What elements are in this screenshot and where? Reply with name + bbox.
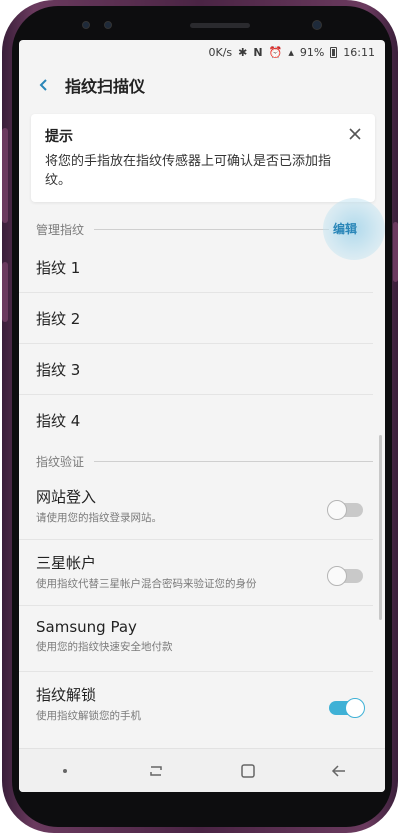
setting-title: 指纹解锁 bbox=[36, 686, 97, 704]
app-bar: 指纹扫描仪 bbox=[19, 64, 385, 106]
back-arrow-icon bbox=[332, 764, 346, 777]
verify-header-label: 指纹验证 bbox=[36, 454, 85, 469]
sensor-dot bbox=[104, 21, 112, 29]
divider bbox=[94, 228, 329, 230]
dot-icon bbox=[62, 768, 67, 773]
setting-title: Samsung Pay bbox=[36, 618, 137, 636]
home-button[interactable] bbox=[228, 756, 268, 786]
clock: 16:11 bbox=[343, 45, 375, 59]
toggle-knob bbox=[327, 500, 347, 520]
bixby-button bbox=[2, 262, 8, 322]
net-speed: 0K/s bbox=[208, 45, 233, 59]
recent-apps-button[interactable] bbox=[136, 756, 176, 786]
setting-subtitle: 使用您的指纹快速安全地付款 bbox=[36, 641, 173, 653]
setting-subtitle: 使用指纹解锁您的手机 bbox=[36, 710, 141, 722]
chevron-left-icon bbox=[39, 79, 47, 91]
recent-apps-icon bbox=[150, 765, 162, 776]
fingerprint-item[interactable]: 指纹 4 bbox=[19, 395, 373, 446]
volume-button bbox=[2, 128, 8, 223]
setting-fingerprint-unlock[interactable]: 指纹解锁 使用指纹解锁您的手机 bbox=[19, 672, 373, 738]
toggle-knob bbox=[327, 566, 347, 586]
nav-dot-button[interactable] bbox=[45, 756, 85, 786]
status-bar: 0K/s ✱ N ⏰ ▴ 91% 16:11 bbox=[19, 40, 385, 64]
setting-samsung-account[interactable]: 三星帐户 使用指纹代替三星帐户混合密码来验证您的身份 bbox=[19, 540, 373, 606]
fingerprint-item[interactable]: 指纹 3 bbox=[19, 344, 373, 395]
edit-button-area: 编辑 bbox=[323, 198, 385, 260]
website-login-toggle[interactable] bbox=[327, 500, 363, 520]
toggle-knob bbox=[345, 698, 365, 718]
nfc-icon: N bbox=[253, 45, 263, 59]
manage-header-label: 管理指纹 bbox=[36, 222, 85, 237]
home-icon bbox=[241, 763, 255, 778]
battery-percent: 91% bbox=[299, 45, 325, 59]
edit-button[interactable]: 编辑 bbox=[333, 220, 357, 237]
scrollbar[interactable] bbox=[379, 435, 382, 620]
page-title: 指纹扫描仪 bbox=[65, 77, 146, 96]
close-icon[interactable] bbox=[347, 126, 363, 142]
setting-subtitle: 请使用您的指纹登录网站。 bbox=[36, 512, 162, 524]
setting-title: 三星帐户 bbox=[36, 554, 97, 572]
sensor-dot bbox=[82, 21, 90, 29]
setting-website-login[interactable]: 网站登入 请使用您的指纹登录网站。 bbox=[19, 474, 373, 540]
tip-body: 将您的手指放在指纹传感器上可确认是否已添加指纹。 bbox=[45, 154, 332, 188]
nav-back-button[interactable] bbox=[319, 756, 359, 786]
back-button[interactable] bbox=[33, 74, 55, 96]
divider bbox=[94, 460, 373, 462]
fingerprint-item[interactable]: 指纹 1 bbox=[19, 242, 373, 293]
bluetooth-icon: ✱ bbox=[238, 45, 248, 59]
screen: 0K/s ✱ N ⏰ ▴ 91% 16:11 指纹扫描仪 提示 将您的手指放在指… bbox=[19, 40, 385, 792]
battery-icon bbox=[330, 46, 338, 58]
alarm-icon: ⏰ bbox=[268, 45, 283, 59]
earpiece-speaker bbox=[190, 23, 250, 28]
tip-card: 提示 将您的手指放在指纹传感器上可确认是否已添加指纹。 bbox=[31, 114, 375, 202]
setting-samsung-pay[interactable]: Samsung Pay 使用您的指纹快速安全地付款 bbox=[19, 606, 373, 672]
phone-frame: 0K/s ✱ N ⏰ ▴ 91% 16:11 指纹扫描仪 提示 将您的手指放在指… bbox=[2, 0, 398, 833]
fingerprint-item[interactable]: 指纹 2 bbox=[19, 293, 373, 344]
setting-subtitle: 使用指纹代替三星帐户混合密码来验证您的身份 bbox=[36, 578, 257, 590]
setting-title: 网站登入 bbox=[36, 488, 97, 506]
fingerprint-unlock-toggle[interactable] bbox=[329, 698, 365, 718]
navigation-bar bbox=[19, 748, 385, 792]
tip-title: 提示 bbox=[45, 129, 73, 145]
manage-fingerprints-header: 管理指纹 编辑 bbox=[19, 198, 385, 260]
samsung-account-toggle[interactable] bbox=[327, 566, 363, 586]
fingerprint-verify-header: 指纹验证 bbox=[19, 448, 385, 474]
power-button bbox=[393, 222, 398, 282]
signal-icon: ▴ bbox=[288, 45, 294, 59]
front-camera bbox=[312, 20, 322, 30]
fingerprint-list: 指纹 1 指纹 2 指纹 3 指纹 4 bbox=[19, 242, 385, 446]
